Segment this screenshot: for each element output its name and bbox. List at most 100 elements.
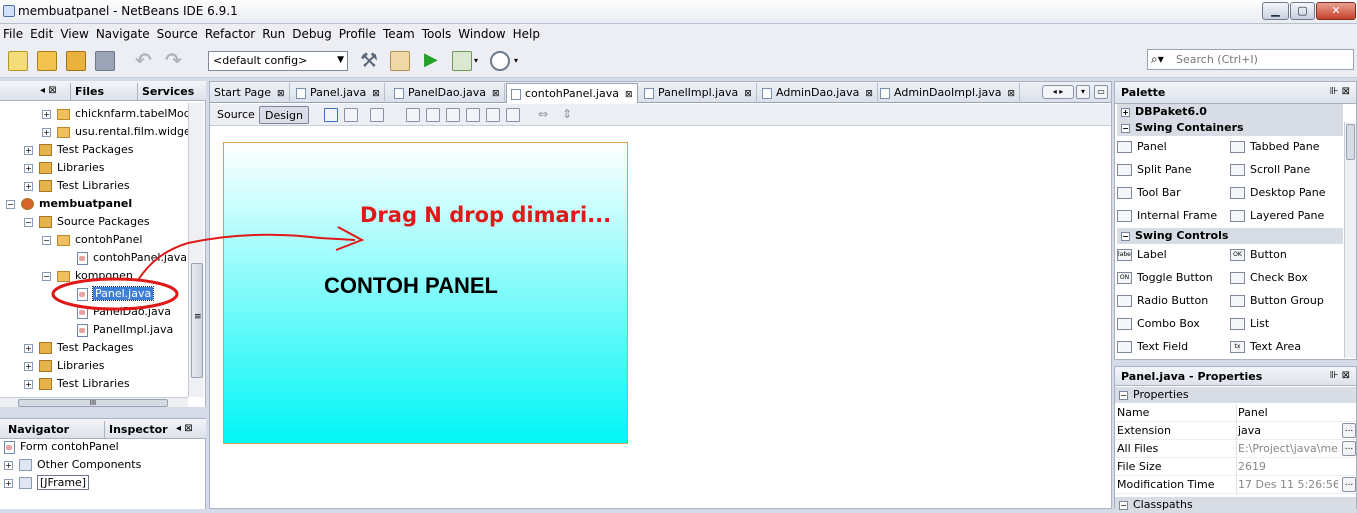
properties-section[interactable]: − Properties xyxy=(1115,387,1356,403)
close-tab-icon[interactable]: ⊠ xyxy=(625,90,633,100)
tree-item-libraries[interactable]: + Libraries xyxy=(24,357,105,375)
tab-inspector[interactable]: Inspector xyxy=(104,421,172,439)
palette-scrollbar-thumb[interactable] xyxy=(1346,124,1355,160)
tab-panelimpl-java[interactable]: PanelImpl.java ⊠ xyxy=(640,83,757,103)
collapse-toggle-icon[interactable]: − xyxy=(42,235,51,245)
close-button[interactable]: ✕ xyxy=(1316,2,1356,20)
search-input[interactable]: ⌕▾ Search (Ctrl+I) xyxy=(1147,49,1354,70)
property-value[interactable]: Panel xyxy=(1238,406,1338,419)
vertical-scrollbar-thumb[interactable]: ≡ xyxy=(191,263,203,378)
tree-item-test-packages[interactable]: + Test Packages xyxy=(24,141,133,159)
tree-item-libraries[interactable]: + Libraries xyxy=(24,159,105,177)
close-tab-icon[interactable]: ⊠ xyxy=(277,89,285,99)
nav-row-other-components[interactable]: + Other Components xyxy=(4,456,141,474)
close-tab-icon[interactable]: ⊠ xyxy=(372,89,380,99)
palette-item-check-box[interactable]: Check Box xyxy=(1230,269,1308,287)
expand-toggle-icon[interactable]: + xyxy=(24,343,33,353)
tree-item-membuatpanel[interactable]: − membuatpanel xyxy=(6,195,132,213)
palette-item-combo-box[interactable]: Combo Box xyxy=(1117,315,1200,333)
close-tab-icon[interactable]: ⊠ xyxy=(1008,89,1016,99)
menu-debug[interactable]: Debug xyxy=(289,24,335,41)
tree-item-panelimpl-java[interactable]: PanelImpl.java xyxy=(62,321,173,339)
align-middle-icon[interactable] xyxy=(486,108,500,122)
collapse-toggle-icon[interactable]: − xyxy=(1119,500,1128,510)
collapse-toggle-icon[interactable]: − xyxy=(6,199,15,209)
menu-navigate[interactable]: Navigate xyxy=(93,24,154,41)
expand-toggle-icon[interactable]: + xyxy=(42,109,51,119)
tree-item-source-packages[interactable]: − Source Packages xyxy=(24,213,150,231)
tab-panel-java[interactable]: Panel.java ⊠ xyxy=(292,83,385,103)
close-tab-icon[interactable]: ⊠ xyxy=(865,89,873,99)
palette-item-text-field[interactable]: Text Field xyxy=(1117,338,1188,356)
menu-window[interactable]: Window xyxy=(455,24,509,41)
property-row-all-files[interactable]: All Files E:\Project\java\mem...... xyxy=(1115,440,1356,458)
palette-item-desktop-pane[interactable]: Desktop Pane xyxy=(1230,184,1325,202)
align-bottom-icon[interactable] xyxy=(506,108,520,122)
maximize-editor-icon[interactable]: ▭ xyxy=(1094,85,1108,99)
menu-edit[interactable]: Edit xyxy=(27,24,57,41)
align-left-icon[interactable] xyxy=(406,108,420,122)
collapse-toggle-icon[interactable]: − xyxy=(24,217,33,227)
palette-category-swing-controls[interactable]: − Swing Controls xyxy=(1117,228,1343,244)
tab-navigator[interactable]: Navigator xyxy=(4,421,73,439)
tree-item-test-libraries[interactable]: + Test Libraries xyxy=(24,177,130,195)
pane-controls-icon[interactable]: ⊪ ⊠ xyxy=(1330,86,1350,97)
pane-nav-arrows-icon[interactable]: ◂ ⊠ xyxy=(36,83,61,101)
tree-item-contohpanel-java[interactable]: contohPanel.java xyxy=(62,249,187,267)
tree-item-panel-java[interactable]: Panel.java xyxy=(62,285,155,303)
tab-files[interactable]: Files xyxy=(70,83,108,101)
resize-horizontal-icon[interactable]: ⇔ xyxy=(538,108,552,122)
clean-build-icon[interactable] xyxy=(390,51,410,71)
open-project-icon[interactable] xyxy=(66,51,86,71)
palette-item-text-area[interactable]: tx Text Area xyxy=(1230,338,1301,356)
expand-toggle-icon[interactable]: + xyxy=(1121,107,1130,117)
align-top-icon[interactable] xyxy=(466,108,480,122)
palette-item-radio-button[interactable]: Radio Button xyxy=(1117,292,1208,310)
menu-run[interactable]: Run xyxy=(259,24,289,41)
horizontal-scrollbar-thumb[interactable]: III xyxy=(18,399,168,407)
palette-item-scroll-pane[interactable]: Scroll Pane xyxy=(1230,161,1310,179)
palette-item-panel[interactable]: Panel xyxy=(1117,138,1167,156)
menu-tools[interactable]: Tools xyxy=(419,24,456,41)
palette-item-button[interactable]: OK Button xyxy=(1230,246,1287,264)
tab-scroll-arrows-icon[interactable]: ◂ ▸ xyxy=(1042,85,1074,99)
nav-row-jframe[interactable]: + [JFrame] xyxy=(4,474,90,492)
palette-item-list[interactable]: List xyxy=(1230,315,1269,333)
menu-view[interactable]: View xyxy=(57,24,92,41)
redo-icon[interactable]: ↷ xyxy=(165,50,185,71)
panel-title-label[interactable]: CONTOH PANEL xyxy=(324,273,498,299)
close-tab-icon[interactable]: ⊠ xyxy=(744,89,752,99)
tab-admindao-java[interactable]: AdminDao.java ⊠ xyxy=(758,83,878,103)
tab-list-dropdown-icon[interactable]: ▾ xyxy=(1076,85,1090,99)
collapse-toggle-icon[interactable]: − xyxy=(1119,390,1128,400)
resize-vertical-icon[interactable]: ⇕ xyxy=(562,108,576,122)
pane-controls-icon[interactable]: ⊪ ⊠ xyxy=(1330,370,1350,381)
palette-item-internal-frame[interactable]: Internal Frame xyxy=(1117,207,1217,225)
profile-dropdown-icon[interactable]: ▾ xyxy=(514,51,534,71)
classpaths-section[interactable]: − Classpaths xyxy=(1115,497,1356,513)
palette-item-toggle-button[interactable]: ON Toggle Button xyxy=(1117,269,1213,287)
palette-category-swing-containers[interactable]: − Swing Containers xyxy=(1117,120,1343,136)
undo-icon[interactable]: ↶ xyxy=(135,50,155,71)
pane-controls-icon[interactable]: ◂ ⊠ xyxy=(172,421,197,439)
palette-category-dbpaket6-0[interactable]: + DBPaket6.0 xyxy=(1117,104,1343,120)
property-editor-button[interactable]: ... xyxy=(1342,477,1356,492)
expand-toggle-icon[interactable]: + xyxy=(4,460,13,470)
build-hammer-icon[interactable]: ⚒ xyxy=(360,50,380,71)
menu-profile[interactable]: Profile xyxy=(336,24,380,41)
property-editor-button[interactable]: ... xyxy=(1342,441,1356,456)
expand-toggle-icon[interactable]: + xyxy=(24,379,33,389)
menu-file[interactable]: File xyxy=(0,24,27,41)
expand-toggle-icon[interactable]: + xyxy=(24,181,33,191)
palette-item-split-pane[interactable]: Split Pane xyxy=(1117,161,1192,179)
tab-paneldao-java[interactable]: PanelDao.java ⊠ xyxy=(390,83,505,103)
horizontal-scrollbar[interactable]: III xyxy=(0,397,188,407)
tab-start-page[interactable]: Start Page ⊠ xyxy=(210,83,290,103)
preview-design-icon[interactable] xyxy=(370,108,384,122)
expand-toggle-icon[interactable]: + xyxy=(4,478,13,488)
align-center-icon[interactable] xyxy=(426,108,440,122)
palette-item-label[interactable]: label Label xyxy=(1117,246,1167,264)
connection-mode-icon[interactable] xyxy=(344,108,358,122)
property-row-extension[interactable]: Extension java... xyxy=(1115,422,1356,440)
config-select[interactable]: <default config> ▼ xyxy=(208,51,348,71)
